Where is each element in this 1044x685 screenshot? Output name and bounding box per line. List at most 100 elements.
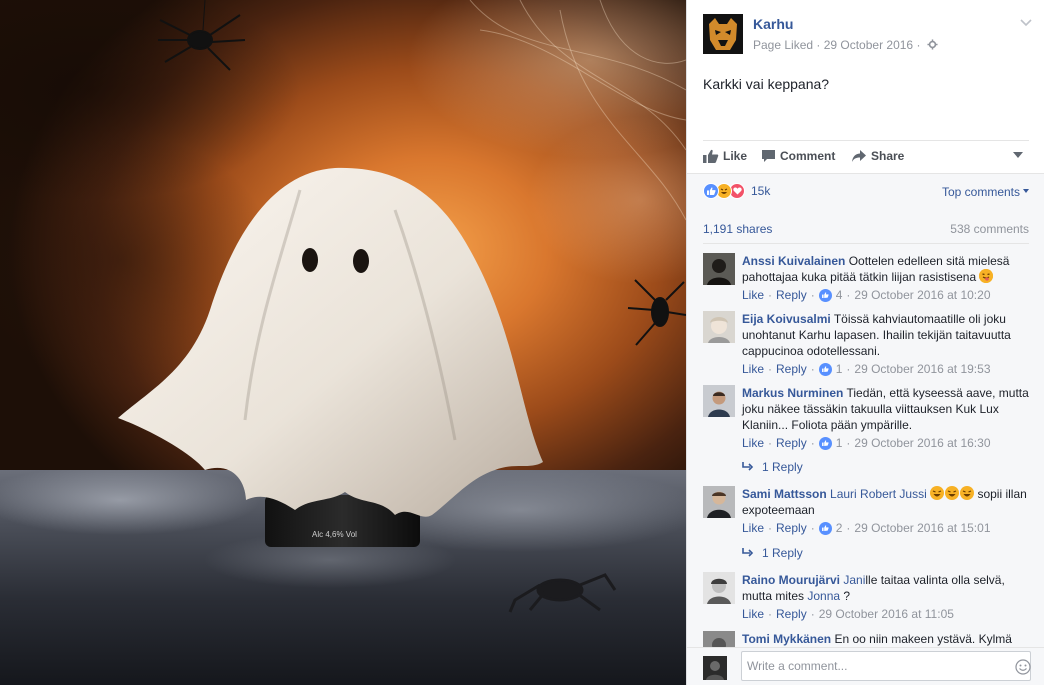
comment-author[interactable]: Raino Mourujärvi [742,573,840,587]
chevron-down-icon[interactable] [1019,16,1033,30]
comment-reply-link[interactable]: Reply [776,606,807,622]
commenter-avatar[interactable] [703,385,735,417]
comment-author[interactable]: Markus Nurminen [742,386,843,400]
comment-text: ? [843,589,851,603]
comment-actions: Like · Reply · 1 · 29 October 2016 at 19:53 [742,361,991,377]
reply-arrow-icon [742,462,754,471]
post-meta: Page Liked · 29 October 2016 · [753,38,938,52]
page-name-link[interactable]: Karhu [753,16,793,32]
tagged-user-link[interactable]: Lauri Robert Jussi [830,487,927,501]
post-photo[interactable]: Alc 4,6% Vol [0,0,686,685]
comment-input[interactable] [741,651,1031,681]
comment-like-link[interactable]: Like [742,287,764,303]
comment-body: Sami Mattsson Lauri Robert Jussi sopii i… [742,486,1029,536]
commenter-avatar[interactable] [703,486,735,518]
comment-like-count: 1 [835,362,843,376]
post-actions-bar: Like Comment Share [703,140,1029,172]
comment-like-count: 2 [835,521,843,535]
comment-like-count: 1 [835,436,843,450]
photo-illustration: Alc 4,6% Vol [118,0,686,613]
comment-timestamp[interactable]: 29 October 2016 at 10:20 [854,287,990,303]
like-count-icon [818,288,832,302]
comment-body: Anssi Kuivalainen Oottelen edelleen sitä… [742,253,1029,303]
laughing-emoji-icons [930,486,975,500]
reply-arrow-icon [742,548,754,557]
like-count-icon [818,362,832,376]
gear-icon[interactable] [927,39,938,50]
commenter-avatar[interactable] [703,311,735,343]
comment-timestamp[interactable]: 29 October 2016 at 15:01 [854,520,990,536]
comment-body: Eija Koivusalmi Töissä kahviautomaatille… [742,311,1029,377]
thumbs-up-icon [703,149,719,163]
bear-logo-icon [703,14,743,54]
commenter-avatar[interactable] [703,572,735,604]
comment-composer [687,647,1044,685]
comments-count: 538 comments [950,222,1029,236]
actions-menu-caret-icon[interactable] [1013,152,1023,158]
current-user-avatar[interactable] [703,656,727,680]
comment-like-link[interactable]: Like [742,435,764,451]
like-reaction-icon [703,183,719,199]
comment-icon [762,150,775,162]
comment-author[interactable]: Tomi Mykkänen [742,632,831,646]
comment-body: Markus Nurminen Tiedän, että kyseessä aa… [742,385,1029,451]
like-label: Like [723,149,748,163]
spider-top [158,0,246,71]
emoji-picker-icon[interactable] [1015,659,1031,675]
comment-actions: Like · Reply · 4 · 29 October 2016 at 10:20 [742,287,991,303]
comment-reply-link[interactable]: Reply [776,435,807,451]
comment-like-link[interactable]: Like [742,361,764,377]
comment-reply-link[interactable]: Reply [776,287,807,303]
comment-like-link[interactable]: Like [742,606,764,622]
view-replies-link[interactable]: 1 Reply [742,546,803,560]
comment-item: Tomi Mykkänen En oo niin makeen ystävä. … [703,631,1029,647]
reactions-summary[interactable]: 15k [703,183,770,199]
post-header: Karhu Page Liked · 29 October 2016 · [703,14,1033,58]
comment-button[interactable]: Comment [761,149,835,163]
top-comments-dropdown[interactable]: Top comments [942,185,1029,199]
comment-like-link[interactable]: Like [742,520,764,536]
page-avatar[interactable] [703,14,743,54]
share-label: Share [871,149,905,163]
comment-actions: Like · Reply · 29 October 2016 at 11:05 [742,606,954,622]
post-panel: Karhu Page Liked · 29 October 2016 · Kar… [686,0,1044,685]
comment-body: Raino Mourujärvi Janille taitaa valinta … [742,572,1029,622]
comment-text: En oo niin makeen ystävä. Kylmä [834,632,1012,646]
commenter-avatar[interactable] [703,253,735,285]
view-replies-link[interactable]: 1 Reply [742,460,803,474]
tagged-user-link[interactable]: Jonna [807,589,840,603]
comment-reply-link[interactable]: Reply [776,361,807,377]
ghost-left-eye [302,248,318,272]
spider-right [627,279,686,346]
view-replies-label: 1 Reply [762,460,803,474]
comment-author[interactable]: Anssi Kuivalainen [742,254,845,268]
reactions-count: 15k [751,184,771,198]
engagement-section: 15k Top comments 1,191 shares 538 commen… [687,173,1044,685]
share-button[interactable]: Share [851,149,904,163]
view-replies-label: 1 Reply [762,546,803,560]
divider [703,243,1029,244]
comment-timestamp[interactable]: 29 October 2016 at 16:30 [854,435,990,451]
comment-timestamp[interactable]: 29 October 2016 at 19:53 [854,361,990,377]
shares-count-link[interactable]: 1,191 shares [703,222,772,236]
tagged-user-link[interactable]: Jani [843,573,865,587]
spider-ground [508,573,617,613]
can-label: Alc 4,6% Vol [312,530,357,539]
post-meta-text: Page Liked · 29 October 2016 · [753,38,921,52]
comment-author[interactable]: Eija Koivusalmi [742,312,831,326]
share-arrow-icon [852,150,866,162]
like-count-icon [818,436,832,450]
like-button[interactable]: Like [703,149,747,163]
tongue-emoji-icon [979,269,994,283]
like-count-icon [818,521,832,535]
comment-timestamp[interactable]: 29 October 2016 at 11:05 [819,606,954,622]
ghost-right-eye [353,249,369,273]
comment-actions: Like · Reply · 2 · 29 October 2016 at 15:01 [742,520,991,536]
comment-like-count: 4 [835,288,843,302]
ghost-sheet [118,167,543,517]
comment-reply-link[interactable]: Reply [776,520,807,536]
comment-actions: Like · Reply · 1 · 29 October 2016 at 16:30 [742,435,991,451]
comment-author[interactable]: Sami Mattsson [742,487,827,501]
commenter-avatar[interactable] [703,631,735,647]
cobweb [469,0,686,221]
